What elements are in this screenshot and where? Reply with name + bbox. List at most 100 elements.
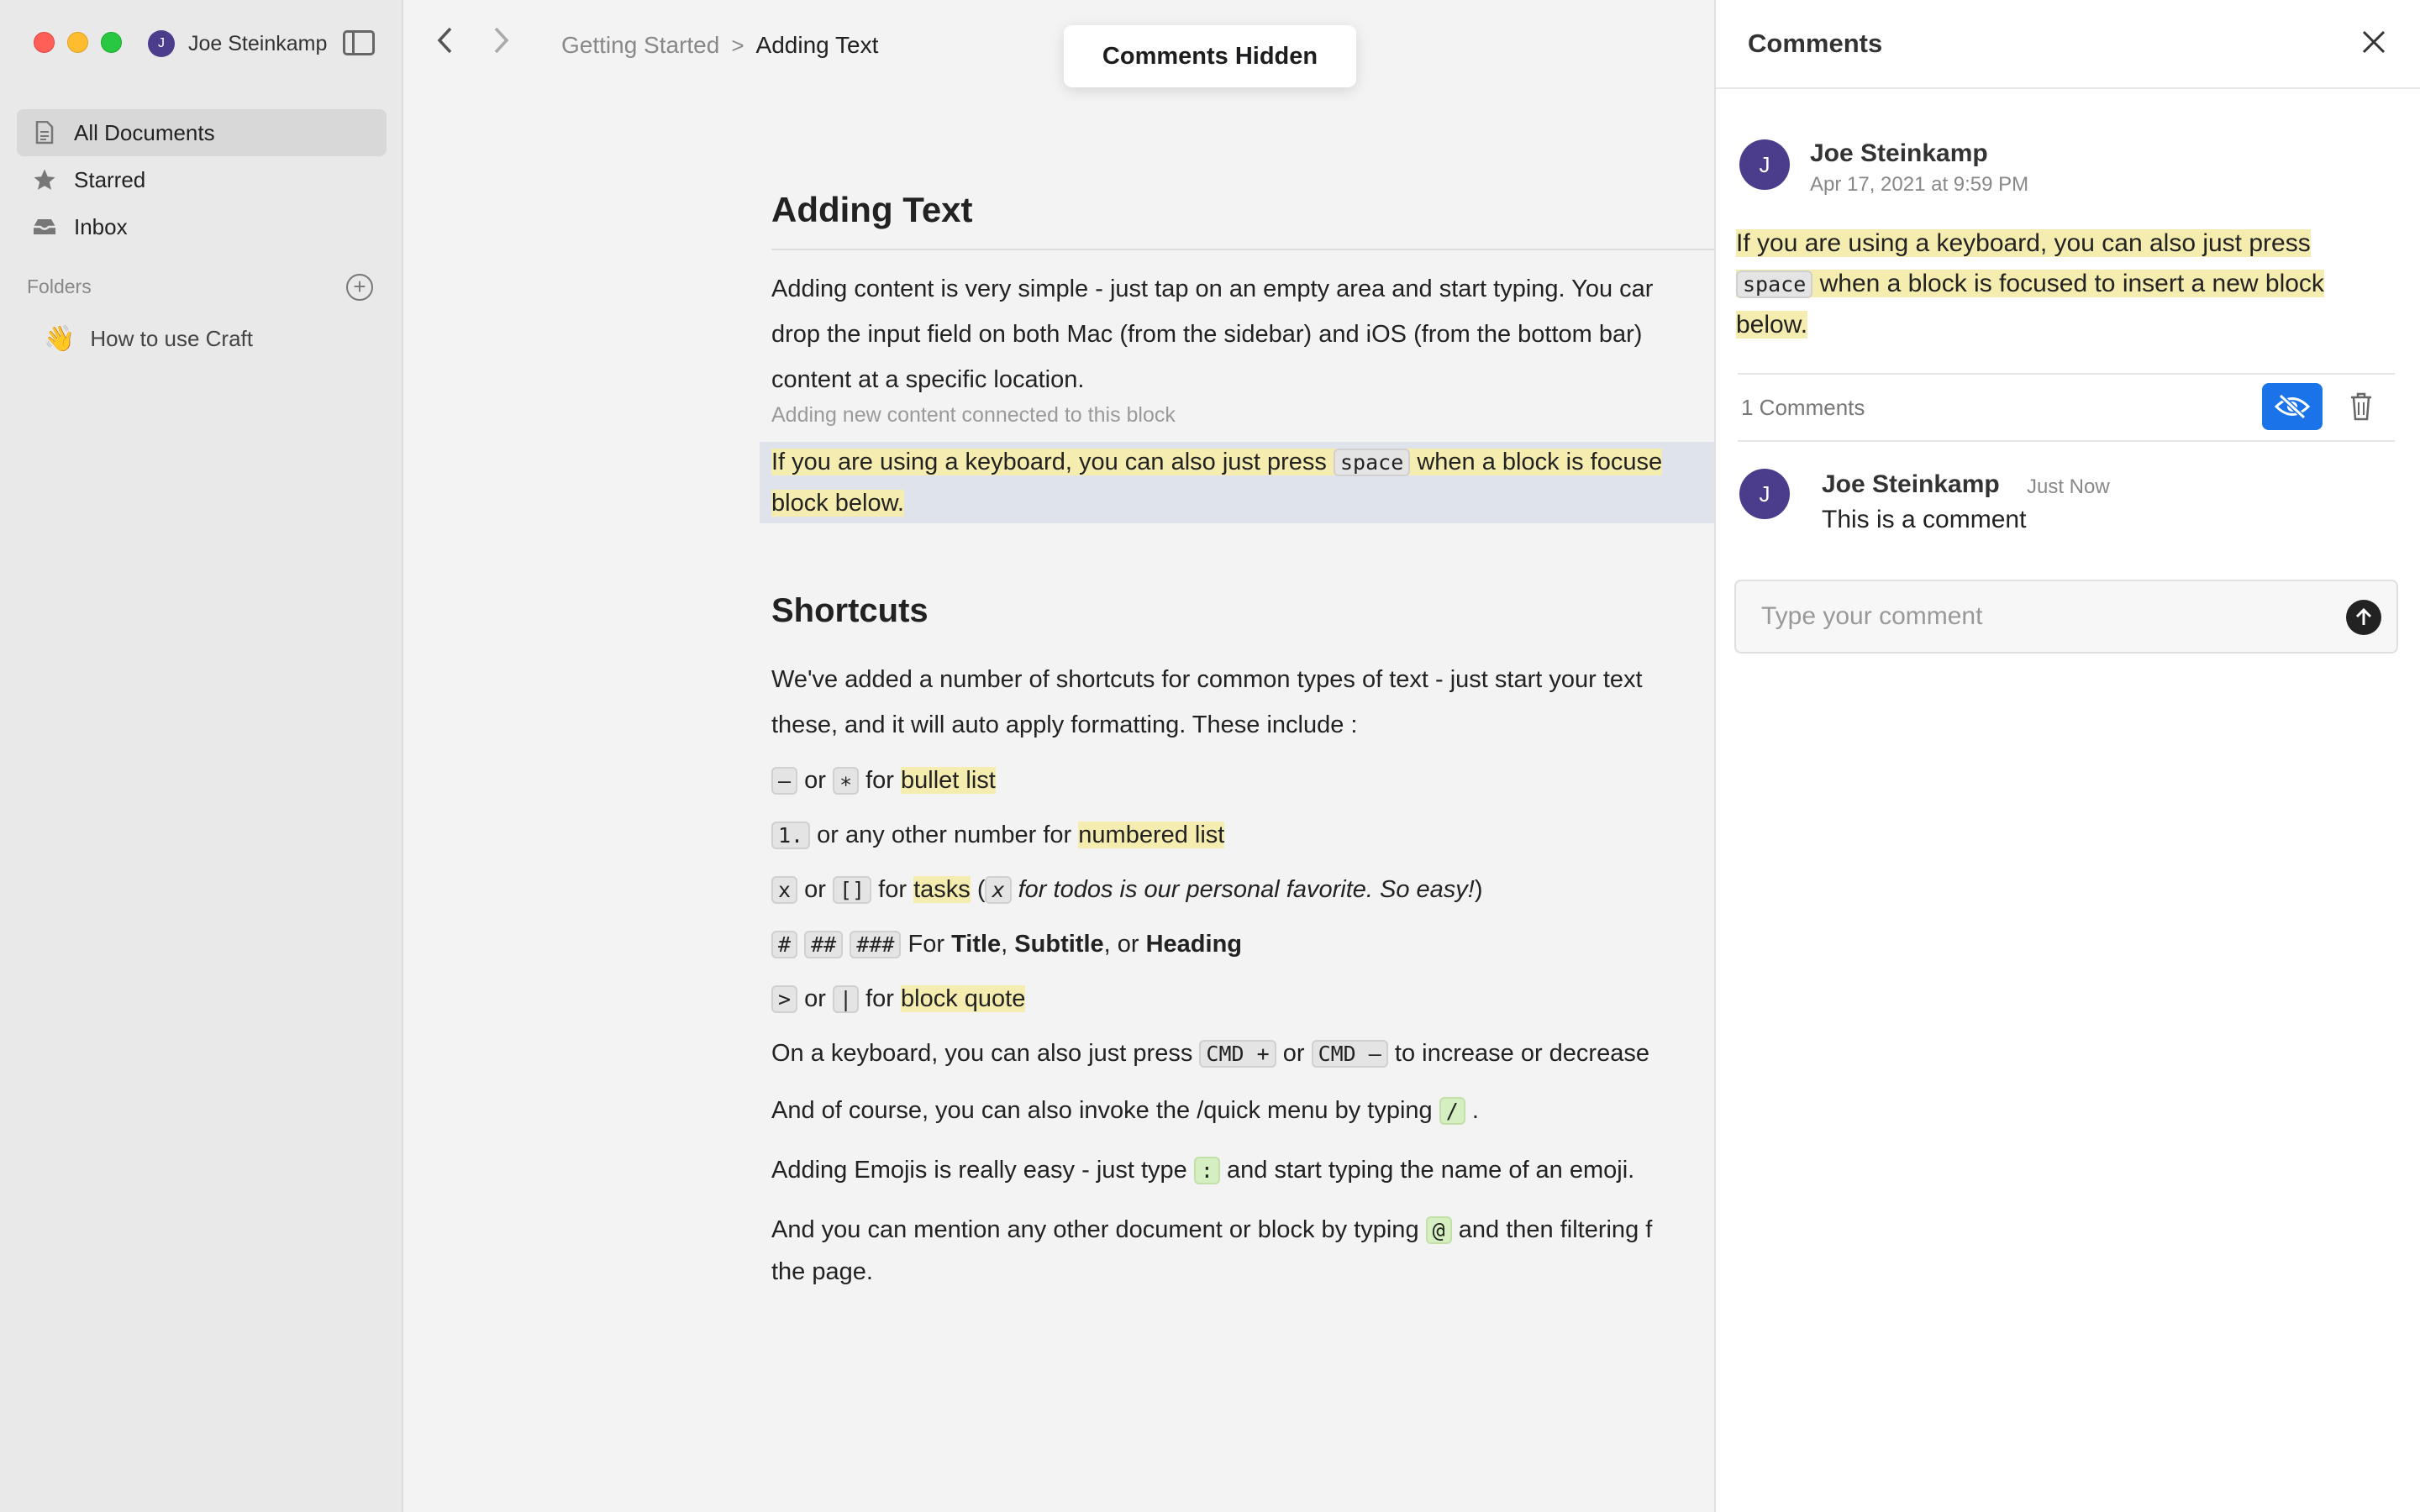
paragraph-text: the page. xyxy=(771,1258,873,1285)
page-title[interactable]: Adding Text xyxy=(771,185,1714,250)
text: when a block is focuse xyxy=(1417,449,1663,475)
highlighted-text: tasks xyxy=(913,876,971,903)
breadcrumb-separator: > xyxy=(731,32,744,58)
inline-code: | xyxy=(832,985,860,1013)
trash-icon[interactable] xyxy=(2344,386,2378,427)
section-heading[interactable]: Shortcuts xyxy=(771,585,1714,636)
inline-code: x xyxy=(771,876,798,904)
inline-code: # xyxy=(771,931,798,958)
connected-block-caption: Adding new content connected to this blo… xyxy=(771,403,1176,427)
avatar[interactable]: J xyxy=(1739,469,1790,519)
user-name[interactable]: Joe Steinkamp xyxy=(188,32,327,56)
shortcut-line[interactable]: And of course, you can also invoke the /… xyxy=(771,1081,1714,1141)
highlighted-text: block quote xyxy=(901,985,1026,1012)
paragraph-text: these, and it will auto apply formatting… xyxy=(771,711,1358,738)
waving-hand-icon: 👋 xyxy=(44,325,76,353)
divider xyxy=(1738,373,2395,375)
text: , or xyxy=(1103,931,1139,958)
text: And you can mention any other document o… xyxy=(771,1216,1419,1243)
breadcrumb-parent[interactable]: Getting Started xyxy=(561,32,719,59)
shortcut-line[interactable]: – or ∗ for bullet list xyxy=(771,753,1714,808)
text: and then filtering f xyxy=(1458,1216,1653,1243)
text: for xyxy=(865,985,894,1012)
text: If you are using a keyboard, you can als… xyxy=(771,449,1327,475)
document-body[interactable]: Adding Text Adding content is very simpl… xyxy=(760,185,1714,1297)
highlighted-text: If you are using a keyboard, you can als… xyxy=(1736,229,2311,257)
paragraph[interactable]: drop the input field on both Mac (from t… xyxy=(771,314,1714,354)
zoom-window-button[interactable] xyxy=(101,32,122,53)
minimize-window-button[interactable] xyxy=(67,32,88,53)
text: Adding Emojis is really easy - just type xyxy=(771,1157,1187,1184)
sidebar-item-all-documents[interactable]: All Documents xyxy=(17,109,387,156)
comment-input-box[interactable] xyxy=(1734,580,2398,654)
paragraph[interactable]: content at a specific location. xyxy=(771,360,1714,400)
avatar[interactable]: J xyxy=(1739,139,1790,190)
close-icon[interactable] xyxy=(2361,24,2386,64)
hide-comments-button[interactable] xyxy=(2262,383,2323,430)
shortcut-line[interactable]: And you can mention any other document o… xyxy=(771,1209,1714,1252)
paragraph[interactable]: the page. xyxy=(771,1252,1714,1292)
comments-hidden-toast: Comments Hidden xyxy=(1064,25,1356,87)
inline-code: – xyxy=(771,767,798,795)
inline-code: 1. xyxy=(771,822,811,849)
send-arrow-icon[interactable] xyxy=(2346,600,2381,635)
text: . xyxy=(1471,1097,1479,1124)
document-area: Getting Started > Adding Text Comments H… xyxy=(405,0,1714,1512)
sidebar-item-label: Starred xyxy=(74,166,146,192)
text: or xyxy=(804,767,826,794)
text: when a block is focused to insert a new … xyxy=(1819,270,2324,297)
highlighted-text: block below. xyxy=(771,490,904,517)
user-avatar[interactable]: J xyxy=(148,30,175,57)
comments-title: Comments xyxy=(1748,29,1883,58)
text: For xyxy=(908,931,945,958)
quoted-block: If you are using a keyboard, you can als… xyxy=(1736,223,2391,345)
inline-code: space xyxy=(1736,270,1813,298)
text: On a keyboard, you can also just press xyxy=(771,1040,1193,1067)
sidebar-toggle-icon[interactable] xyxy=(343,30,375,55)
shortcut-line[interactable]: x or [] for tasks (x for todos is our pe… xyxy=(771,863,1714,917)
text: , xyxy=(1001,931,1008,958)
document-icon xyxy=(32,120,57,145)
text: for xyxy=(865,767,894,794)
shortcut-line[interactable]: > or | for block quote xyxy=(771,972,1714,1026)
selected-block[interactable]: If you are using a keyboard, you can als… xyxy=(760,442,1714,523)
highlighted-text: space when a block is focused to insert … xyxy=(1736,270,2324,298)
paragraph-text: Adding content is very simple - just tap… xyxy=(771,276,1654,302)
shortcut-line[interactable]: 1. or any other number for numbered list xyxy=(771,808,1714,863)
inline-code: CMD – xyxy=(1311,1040,1388,1068)
comment-author: Joe Steinkamp xyxy=(1810,139,1988,167)
shortcut-line[interactable]: On a keyboard, you can also just press C… xyxy=(771,1026,1714,1081)
inline-code: x xyxy=(985,876,1012,904)
paragraph-text: We've added a number of shortcuts for co… xyxy=(771,666,1643,693)
sidebar-item-inbox[interactable]: Inbox xyxy=(17,203,387,250)
comment-input[interactable] xyxy=(1761,581,2333,652)
text: ) xyxy=(1474,876,1483,903)
shortcut-line[interactable]: Adding Emojis is really easy - just type… xyxy=(771,1141,1714,1200)
text: or xyxy=(804,985,826,1012)
inline-code: CMD + xyxy=(1199,1040,1276,1068)
inline-code: ### xyxy=(850,931,902,958)
folder-label: How to use Craft xyxy=(90,326,253,351)
folder-item-how-to-use-craft[interactable]: 👋 How to use Craft xyxy=(44,324,253,354)
inline-code: @ xyxy=(1425,1216,1452,1244)
comments-panel: Comments J Joe Steinkamp Apr 17, 2021 at… xyxy=(1714,0,2420,1512)
add-folder-icon[interactable]: + xyxy=(346,274,373,301)
italic-text: for todos is our personal favorite. So e… xyxy=(1018,876,1475,903)
reply-time: Just Now xyxy=(2027,475,2110,498)
close-window-button[interactable] xyxy=(34,32,55,53)
sidebar-item-starred[interactable]: Starred xyxy=(17,156,387,203)
inline-code: > xyxy=(771,985,798,1013)
paragraph[interactable]: these, and it will auto apply formatting… xyxy=(771,705,1714,745)
shortcut-line[interactable]: # ## ### For Title, Subtitle, or Heading xyxy=(771,917,1714,972)
text: and start typing the name of an emoji. xyxy=(1227,1157,1635,1184)
breadcrumb-current[interactable]: Adding Text xyxy=(756,32,879,59)
paragraph[interactable]: We've added a number of shortcuts for co… xyxy=(771,659,1714,700)
inline-code: ## xyxy=(804,931,844,958)
inline-code: space xyxy=(1334,449,1411,476)
sidebar-item-label: All Documents xyxy=(74,119,215,145)
inline-code: : xyxy=(1193,1157,1220,1184)
comments-header: Comments xyxy=(1716,0,2420,89)
forward-chevron-icon[interactable] xyxy=(491,25,511,63)
paragraph[interactable]: Adding content is very simple - just tap… xyxy=(771,269,1714,309)
back-chevron-icon[interactable] xyxy=(435,25,455,63)
